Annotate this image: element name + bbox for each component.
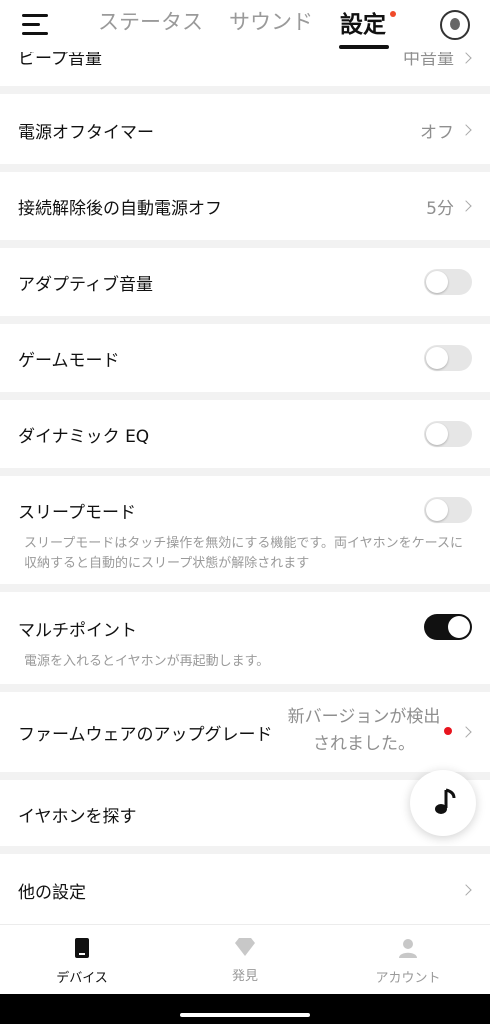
device-icon: [75, 938, 89, 958]
menu-icon[interactable]: [22, 14, 48, 36]
chevron-right-icon: [460, 200, 472, 212]
tab-settings[interactable]: 設定: [340, 5, 386, 39]
adaptive-volume-toggle[interactable]: [424, 269, 472, 295]
firmware-upgrade-row[interactable]: ファームウェアのアップグレード 新バージョンが検出されました。: [0, 692, 490, 772]
chevron-right-icon: [460, 52, 472, 64]
power-off-timer-value: オフ: [420, 123, 454, 143]
adaptive-volume-row: アダプティブ音量: [0, 248, 490, 316]
bottom-navigation: デバイス 発見 アカウント: [0, 924, 490, 994]
top-header: ステータス サウンド 設定: [0, 0, 490, 52]
game-mode-label: ゲームモード: [18, 351, 120, 371]
sleep-mode-toggle[interactable]: [424, 497, 472, 523]
multipoint-row: マルチポイント 電源を入れるとイヤホンが再起動します。: [0, 592, 490, 684]
nav-account-label: アカウント: [375, 971, 441, 986]
firmware-upgrade-label: ファームウェアのアップグレード: [18, 725, 273, 745]
sleep-mode-row: スリープモード スリープモードはタッチ操作を無効にする機能です。両イヤホンをケー…: [0, 476, 490, 584]
profile-icon[interactable]: [440, 10, 470, 40]
system-home-bar: [0, 994, 490, 1024]
chevron-right-icon: [460, 124, 472, 136]
dynamic-eq-row: ダイナミック EQ: [0, 400, 490, 468]
other-settings-row[interactable]: 他の設定: [0, 854, 490, 924]
game-mode-row: ゲームモード: [0, 324, 490, 392]
auto-power-off-label: 接続解除後の自動電源オフ: [18, 199, 222, 219]
tab-notification-dot: [390, 11, 396, 17]
nav-discover-label: 発見: [231, 969, 258, 984]
update-notification-dot: [444, 727, 452, 735]
chevron-right-icon: [460, 884, 472, 896]
chevron-right-icon: [460, 726, 472, 738]
active-tab-indicator: [339, 45, 389, 49]
adaptive-volume-label: アダプティブ音量: [18, 275, 153, 295]
find-earbuds-label: イヤホンを探す: [18, 807, 137, 827]
other-settings-label: 他の設定: [18, 883, 86, 903]
power-off-timer-label: 電源オフタイマー: [18, 123, 154, 143]
auto-power-off-row[interactable]: 接続解除後の自動電源オフ 5分: [0, 172, 490, 240]
firmware-status-value: 新バージョンが検出されました。: [287, 707, 441, 754]
dynamic-eq-label: ダイナミック EQ: [18, 427, 150, 447]
music-note-icon: [435, 788, 456, 814]
nav-account[interactable]: アカウント: [353, 937, 463, 986]
nav-devices[interactable]: デバイス: [27, 937, 137, 986]
auto-power-off-value: 5分: [426, 199, 454, 219]
nav-devices-label: デバイス: [56, 971, 108, 986]
dynamic-eq-toggle[interactable]: [424, 421, 472, 447]
tab-status[interactable]: ステータス: [98, 6, 203, 36]
multipoint-toggle[interactable]: [424, 614, 472, 640]
game-mode-toggle[interactable]: [424, 345, 472, 371]
sleep-mode-label: スリープモード: [18, 503, 136, 523]
sleep-mode-description: スリープモードはタッチ操作を無効にする機能です。両イヤホンをケースに収納すると自…: [24, 536, 464, 571]
multipoint-label: マルチポイント: [18, 621, 137, 641]
nav-discover[interactable]: 発見: [190, 937, 300, 984]
person-icon: [399, 939, 417, 958]
home-indicator[interactable]: [180, 1013, 310, 1017]
multipoint-description: 電源を入れるとイヤホンが再起動します。: [24, 654, 270, 669]
tab-sound[interactable]: サウンド: [229, 6, 313, 36]
power-off-timer-row[interactable]: 電源オフタイマー オフ: [0, 94, 490, 164]
music-player-button[interactable]: [410, 770, 476, 836]
diamond-icon: [235, 938, 255, 956]
